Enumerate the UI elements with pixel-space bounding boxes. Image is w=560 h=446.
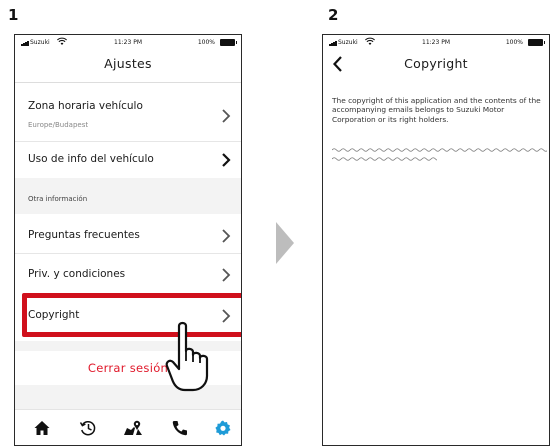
page-title: Copyright <box>404 56 468 71</box>
privacy-row[interactable]: Priv. y condiciones <box>15 254 241 292</box>
arrow-right-icon <box>276 222 294 264</box>
hand-pointer-icon <box>165 321 209 392</box>
faq-label: Preguntas frecuentes <box>28 229 140 241</box>
phone-icon[interactable] <box>171 419 189 437</box>
timezone-value: Europe/Budapest <box>28 121 89 129</box>
timezone-row[interactable]: Zona horaria vehículo Europe/Budapest <box>15 91 241 141</box>
settings-screen: Suzuki 11:23 PM 100% Ajustes Zona horari… <box>14 34 242 446</box>
torn-edge <box>332 157 437 161</box>
section-header: Otra información <box>15 178 241 214</box>
section-label: Otra información <box>28 195 88 203</box>
history-icon[interactable] <box>79 419 97 437</box>
chevron-right-icon <box>222 268 231 282</box>
battery-icon <box>220 39 237 46</box>
timezone-label: Zona horaria vehículo <box>28 100 143 112</box>
home-icon[interactable] <box>33 419 51 437</box>
vehicle-info-label: Uso de info del vehículo <box>28 153 154 165</box>
faq-row[interactable]: Preguntas frecuentes <box>15 216 241 253</box>
map-icon[interactable] <box>123 419 143 437</box>
tab-bar <box>15 409 241 445</box>
step-number-2: 2 <box>328 6 339 24</box>
battery-percent: 100% <box>505 39 523 46</box>
settings-icon[interactable] <box>214 419 232 437</box>
status-bar: Suzuki 11:23 PM 100% <box>323 35 549 50</box>
chevron-right-icon <box>222 229 231 243</box>
privacy-label: Priv. y condiciones <box>28 268 126 280</box>
battery-percent: 100% <box>197 39 215 46</box>
step-number-1: 1 <box>8 6 19 24</box>
header-divider <box>15 82 241 83</box>
status-bar: Suzuki 11:23 PM 100% <box>15 35 241 50</box>
chevron-right-icon <box>222 109 231 123</box>
battery-icon <box>528 39 545 46</box>
vehicle-info-row[interactable]: Uso de info del vehículo <box>15 142 241 178</box>
copyright-text: The copyright of this application and th… <box>332 96 541 124</box>
torn-edge <box>332 148 547 152</box>
chevron-right-icon <box>222 153 231 167</box>
copyright-screen: Suzuki 11:23 PM 100% Copyright The copyr… <box>322 34 550 446</box>
page-title: Ajustes <box>104 56 152 71</box>
